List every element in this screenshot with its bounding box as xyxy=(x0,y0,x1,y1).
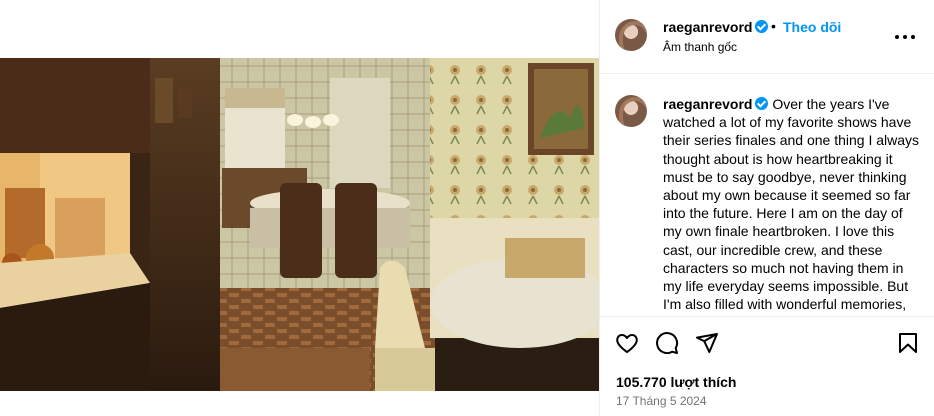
post-side-panel: raeganrevord • Theo dõi Âm thanh gốc rae… xyxy=(599,0,934,416)
heart-icon[interactable] xyxy=(615,331,641,357)
avatar[interactable] xyxy=(615,95,647,127)
comment-icon[interactable] xyxy=(655,331,681,357)
post-actions: 105.770 lượt thích 17 Tháng 5 2024 xyxy=(600,316,934,416)
caption-text: Over the years I've watched a lot of my … xyxy=(663,96,920,316)
separator-dot: • xyxy=(771,18,776,34)
verified-badge-icon xyxy=(755,20,769,33)
likes-count[interactable]: 105.770 lượt thích xyxy=(616,374,736,390)
post-video[interactable] xyxy=(0,58,599,391)
post-date[interactable]: 17 Tháng 5 2024 xyxy=(616,394,707,408)
username-text[interactable]: raeganrevord xyxy=(663,19,752,35)
audio-label[interactable]: Âm thanh gốc xyxy=(663,40,737,54)
post-header: raeganrevord • Theo dõi Âm thanh gốc xyxy=(600,0,934,74)
caption-username[interactable]: raeganrevord xyxy=(663,96,769,112)
instagram-post-dialog: raeganrevord • Theo dõi Âm thanh gốc rae… xyxy=(0,0,934,416)
share-icon[interactable] xyxy=(695,331,721,357)
follow-button[interactable]: Theo dõi xyxy=(783,19,841,35)
avatar[interactable] xyxy=(615,19,647,51)
username-text[interactable]: raeganrevord xyxy=(663,96,752,112)
post-caption: raeganrevord Over the years I've watched… xyxy=(663,95,925,316)
post-media xyxy=(0,0,599,416)
more-options-icon[interactable] xyxy=(895,27,915,47)
bookmark-icon[interactable] xyxy=(896,331,922,357)
author-username[interactable]: raeganrevord xyxy=(663,19,769,35)
caption-area: raeganrevord Over the years I've watched… xyxy=(600,75,934,316)
verified-badge-icon xyxy=(755,97,769,110)
video-frame-kitchen-scene xyxy=(0,58,599,391)
